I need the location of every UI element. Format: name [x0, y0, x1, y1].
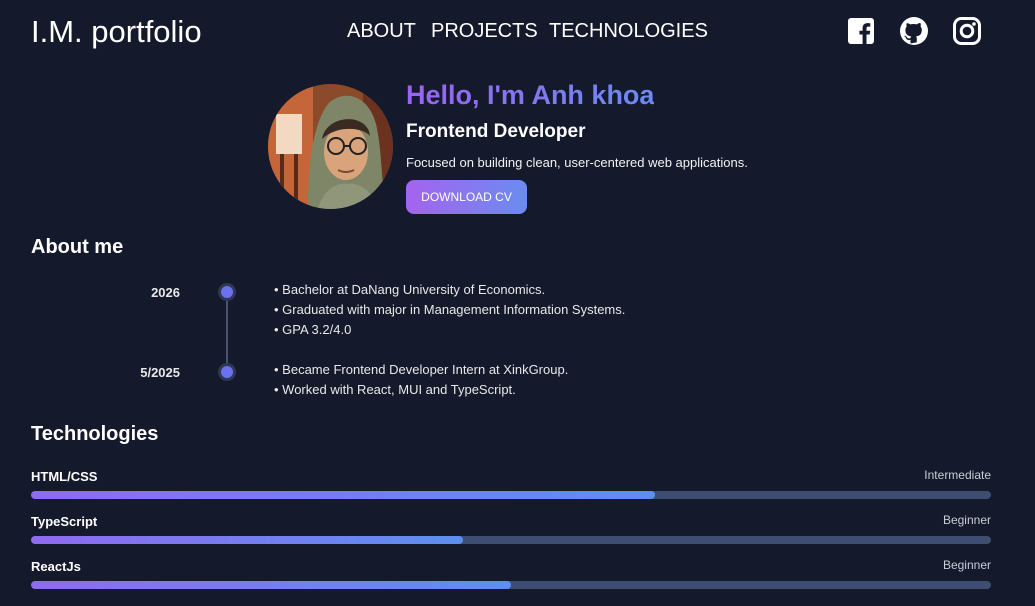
timeline-dot: [218, 283, 236, 301]
timeline-dot: [218, 363, 236, 381]
hero-tagline: Focused on building clean, user-centered…: [406, 155, 748, 170]
hero-greeting: Hello, I'm Anh khoa: [406, 80, 655, 110]
timeline-item: • Bachelor at DaNang University of Econo…: [274, 282, 546, 297]
timeline-item: • GPA 3.2/4.0: [274, 322, 352, 337]
timeline-connector: [226, 301, 228, 364]
nav-about[interactable]: ABOUT: [347, 20, 416, 43]
skill-name-html-css: HTML/CSS: [31, 469, 98, 484]
skill-name-reactjs: ReactJs: [31, 559, 81, 574]
skill-bar-reactjs: [31, 581, 991, 589]
skill-bar-html-css: [31, 491, 991, 499]
timeline-entry: • Became Frontend Developer Intern at Xi…: [274, 360, 568, 400]
skill-bar-typescript: [31, 536, 991, 544]
hero-role: Frontend Developer: [406, 121, 586, 142]
facebook-icon[interactable]: [846, 16, 876, 46]
skill-bar-fill: [31, 581, 511, 589]
site-logo[interactable]: I.M. portfolio: [31, 14, 202, 50]
skill-level-html-css: Intermediate: [924, 468, 991, 482]
profile-avatar: [268, 84, 393, 209]
nav-projects[interactable]: PROJECTS: [431, 20, 538, 43]
timeline-item: • Worked with React, MUI and TypeScript.: [274, 382, 516, 397]
timeline-year: 5/2025: [140, 365, 180, 380]
instagram-icon[interactable]: [952, 16, 982, 46]
skill-name-typescript: TypeScript: [31, 514, 98, 529]
about-title: About me: [31, 236, 124, 258]
skill-level-typescript: Beginner: [942, 513, 991, 527]
technologies-title: Technologies: [31, 423, 159, 445]
github-icon[interactable]: [899, 16, 929, 46]
skill-level-reactjs: Beginner: [942, 558, 991, 572]
timeline-item: • Graduated with major in Management Inf…: [274, 302, 626, 317]
skill-bar-fill: [31, 536, 463, 544]
timeline-entry: • Bachelor at DaNang University of Econo…: [274, 280, 625, 340]
timeline-year: 2026: [151, 285, 180, 300]
timeline-item: • Became Frontend Developer Intern at Xi…: [274, 362, 569, 377]
download-cv-button[interactable]: DOWNLOAD CV: [406, 180, 527, 214]
skill-bar-fill: [31, 491, 655, 499]
nav-technologies[interactable]: TECHNOLOGIES: [549, 20, 708, 43]
